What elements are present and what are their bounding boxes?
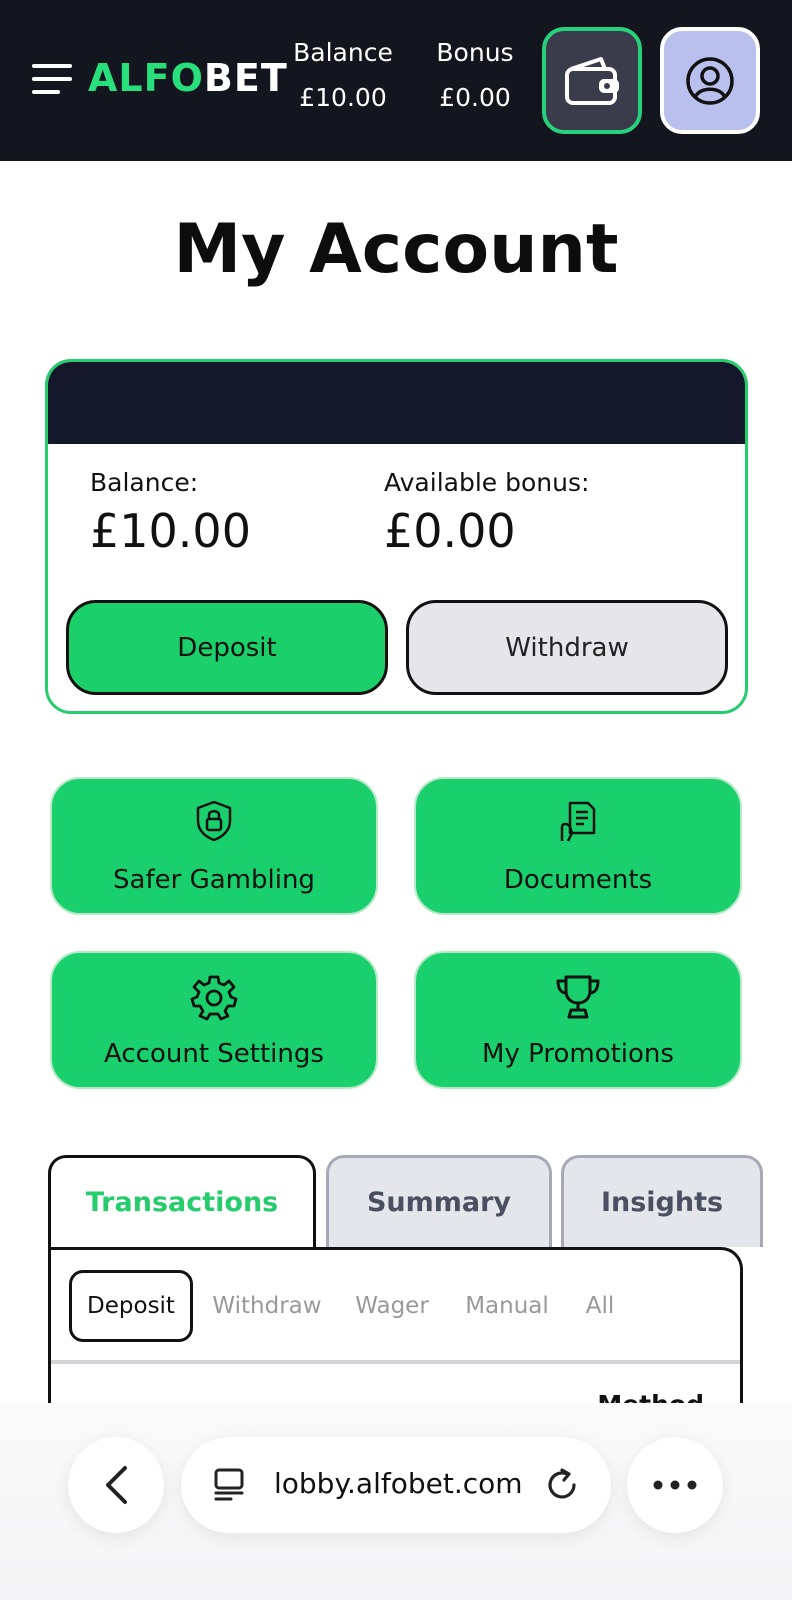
more-dots-icon bbox=[653, 1480, 697, 1490]
header-balance: Balance £10.00 bbox=[288, 38, 398, 112]
page-title: My Account bbox=[173, 210, 619, 289]
header-bonus-value: £0.00 bbox=[439, 83, 511, 112]
card-header-strip bbox=[48, 362, 745, 444]
profile-button[interactable] bbox=[660, 27, 760, 134]
tab-insights[interactable]: Insights bbox=[561, 1155, 763, 1247]
shield-lock-icon bbox=[196, 800, 232, 842]
menu-icon[interactable] bbox=[32, 64, 72, 96]
chevron-left-icon bbox=[106, 1466, 127, 1504]
filter-withdraw[interactable]: Withdraw bbox=[209, 1270, 325, 1342]
tab-summary[interactable]: Summary bbox=[326, 1155, 552, 1247]
header-balance-value: £10.00 bbox=[299, 83, 387, 112]
card-balance-value: £10.00 bbox=[90, 504, 251, 558]
tabs-icon bbox=[214, 1468, 244, 1501]
wallet-icon bbox=[565, 56, 619, 105]
transactions-panel: Deposit Withdraw Wager Manual All Method bbox=[48, 1247, 743, 1419]
header-bonus-label: Bonus bbox=[436, 38, 514, 67]
account-balance-card: Balance: £10.00 Available bonus: £0.00 D… bbox=[45, 359, 748, 714]
deposit-button[interactable]: Deposit bbox=[66, 600, 388, 695]
top-header: ALF O BET Balance £10.00 Bonus £0.00 bbox=[0, 0, 792, 161]
documents-label: Documents bbox=[503, 865, 653, 895]
back-button[interactable] bbox=[68, 1437, 164, 1533]
header-bonus: Bonus £0.00 bbox=[420, 38, 530, 112]
card-balance-label: Balance: bbox=[90, 468, 199, 497]
user-icon bbox=[686, 56, 734, 105]
card-bonus-value: £0.00 bbox=[384, 504, 516, 558]
filter-manual[interactable]: Manual bbox=[461, 1270, 553, 1342]
withdraw-button[interactable]: Withdraw bbox=[406, 600, 728, 695]
wallet-button[interactable] bbox=[542, 27, 642, 134]
trophy-icon bbox=[556, 975, 600, 1019]
reload-icon[interactable] bbox=[543, 1466, 581, 1504]
account-settings-label: Account Settings bbox=[104, 1039, 324, 1069]
filter-all[interactable]: All bbox=[579, 1270, 621, 1342]
brand-logo[interactable]: ALF O BET bbox=[88, 48, 288, 108]
gear-icon bbox=[190, 975, 238, 1021]
documents-tile[interactable]: Documents bbox=[414, 777, 742, 915]
safer-gambling-tile[interactable]: Safer Gambling bbox=[50, 777, 378, 915]
my-promotions-tile[interactable]: My Promotions bbox=[414, 951, 742, 1089]
document-hand-icon bbox=[560, 801, 596, 842]
my-promotions-label: My Promotions bbox=[482, 1039, 674, 1069]
url-text: lobby.alfobet.com bbox=[274, 1467, 523, 1500]
filter-deposit[interactable]: Deposit bbox=[69, 1270, 193, 1342]
header-balance-label: Balance bbox=[293, 38, 393, 67]
more-options-button[interactable] bbox=[627, 1437, 723, 1533]
address-bar[interactable]: lobby.alfobet.com bbox=[181, 1437, 611, 1533]
account-settings-tile[interactable]: Account Settings bbox=[50, 951, 378, 1089]
card-bonus-label: Available bonus: bbox=[384, 468, 590, 497]
tab-transactions[interactable]: Transactions bbox=[48, 1155, 316, 1247]
panel-divider bbox=[51, 1360, 740, 1364]
safer-gambling-label: Safer Gambling bbox=[113, 865, 315, 895]
filter-wager[interactable]: Wager bbox=[349, 1270, 435, 1342]
